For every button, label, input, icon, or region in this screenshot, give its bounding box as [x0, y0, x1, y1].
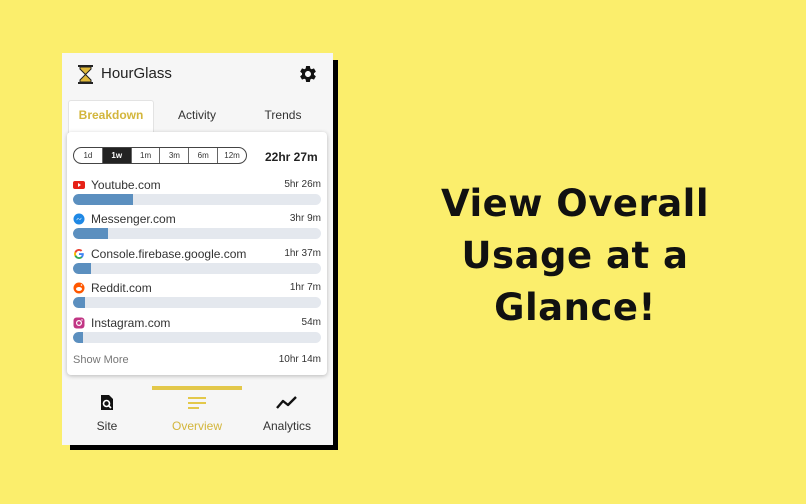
headline-line-2: Usage at a: [461, 234, 689, 277]
usage-bar-track: [73, 228, 321, 239]
nav-site[interactable]: Site: [62, 394, 152, 433]
nav-analytics[interactable]: Analytics: [242, 394, 332, 433]
range-12m-button[interactable]: 12m: [218, 148, 246, 163]
site-time: 1hr 7m: [289, 282, 321, 293]
usage-bar-fill: [73, 297, 86, 308]
range-1w-button[interactable]: 1w: [102, 148, 132, 163]
site-row-youtube[interactable]: Youtube.com 5hr 26m: [73, 178, 323, 212]
range-1d-button[interactable]: 1d: [74, 148, 103, 163]
tab-activity[interactable]: Activity: [155, 108, 239, 122]
range-6m-button[interactable]: 6m: [189, 148, 219, 163]
usage-bar-fill: [73, 263, 91, 274]
site-name: Reddit.com: [91, 281, 152, 295]
app-title: HourGlass: [101, 65, 172, 82]
gear-icon[interactable]: [298, 64, 318, 84]
usage-bar-track: [73, 263, 321, 274]
hourglass-icon: [78, 65, 93, 84]
site-name: Instagram.com: [91, 316, 171, 330]
nav-overview[interactable]: Overview: [152, 394, 242, 433]
usage-bar-track: [73, 332, 321, 343]
popup-header: HourGlass: [62, 53, 333, 95]
site-name: Console.firebase.google.com: [91, 247, 247, 261]
nav-site-label: Site: [96, 419, 118, 433]
site-time: 54m: [301, 317, 321, 328]
analytics-trend-icon: [276, 396, 297, 409]
remaining-time: 10hr 14m: [278, 354, 321, 365]
site-row-instagram[interactable]: Instagram.com 54m: [73, 316, 323, 350]
time-range-selector: 1d 1w 1m 3m 6m 12m: [73, 147, 247, 164]
headline-line-3: Glance!: [494, 286, 656, 329]
tab-trends[interactable]: Trends: [241, 108, 325, 122]
site-name: Youtube.com: [91, 178, 161, 192]
tab-breakdown[interactable]: Breakdown: [69, 108, 153, 122]
total-time: 22hr 27m: [265, 150, 318, 164]
usage-bar-fill: [73, 332, 83, 343]
google-icon: [74, 249, 84, 259]
nav-analytics-label: Analytics: [262, 419, 312, 433]
youtube-icon: [73, 181, 85, 189]
usage-bar-track: [73, 297, 321, 308]
range-3m-button[interactable]: 3m: [160, 148, 190, 163]
site-time: 5hr 26m: [284, 179, 321, 190]
range-1m-button[interactable]: 1m: [132, 148, 161, 163]
promo-headline: View Overall Usage at a Glance!: [420, 178, 730, 334]
usage-bar-fill: [73, 228, 108, 239]
reddit-icon: [73, 282, 85, 294]
nav-overview-label: Overview: [171, 419, 222, 433]
overview-lines-icon: [188, 397, 206, 409]
active-nav-indicator: [152, 386, 242, 390]
usage-bar-fill: [73, 194, 134, 205]
extension-popup: HourGlass Breakdown Activity Trends 1d 1…: [62, 53, 333, 445]
messenger-icon: [73, 213, 85, 225]
headline-line-1: View Overall: [440, 182, 710, 225]
site-time: 1hr 37m: [284, 248, 321, 259]
site-name: Messenger.com: [91, 212, 176, 226]
site-time: 3hr 9m: [289, 213, 321, 224]
show-more-link[interactable]: Show More: [73, 354, 129, 366]
site-search-icon: [101, 395, 113, 410]
instagram-icon: [73, 317, 85, 329]
site-row-messenger[interactable]: Messenger.com 3hr 9m: [73, 212, 323, 246]
site-row-reddit[interactable]: Reddit.com 1hr 7m: [73, 281, 323, 315]
site-row-firebase[interactable]: Console.firebase.google.com 1hr 37m: [73, 247, 323, 281]
usage-bar-track: [73, 194, 321, 205]
breakdown-card: 1d 1w 1m 3m 6m 12m 22hr 27m Youtube.com …: [67, 132, 327, 375]
